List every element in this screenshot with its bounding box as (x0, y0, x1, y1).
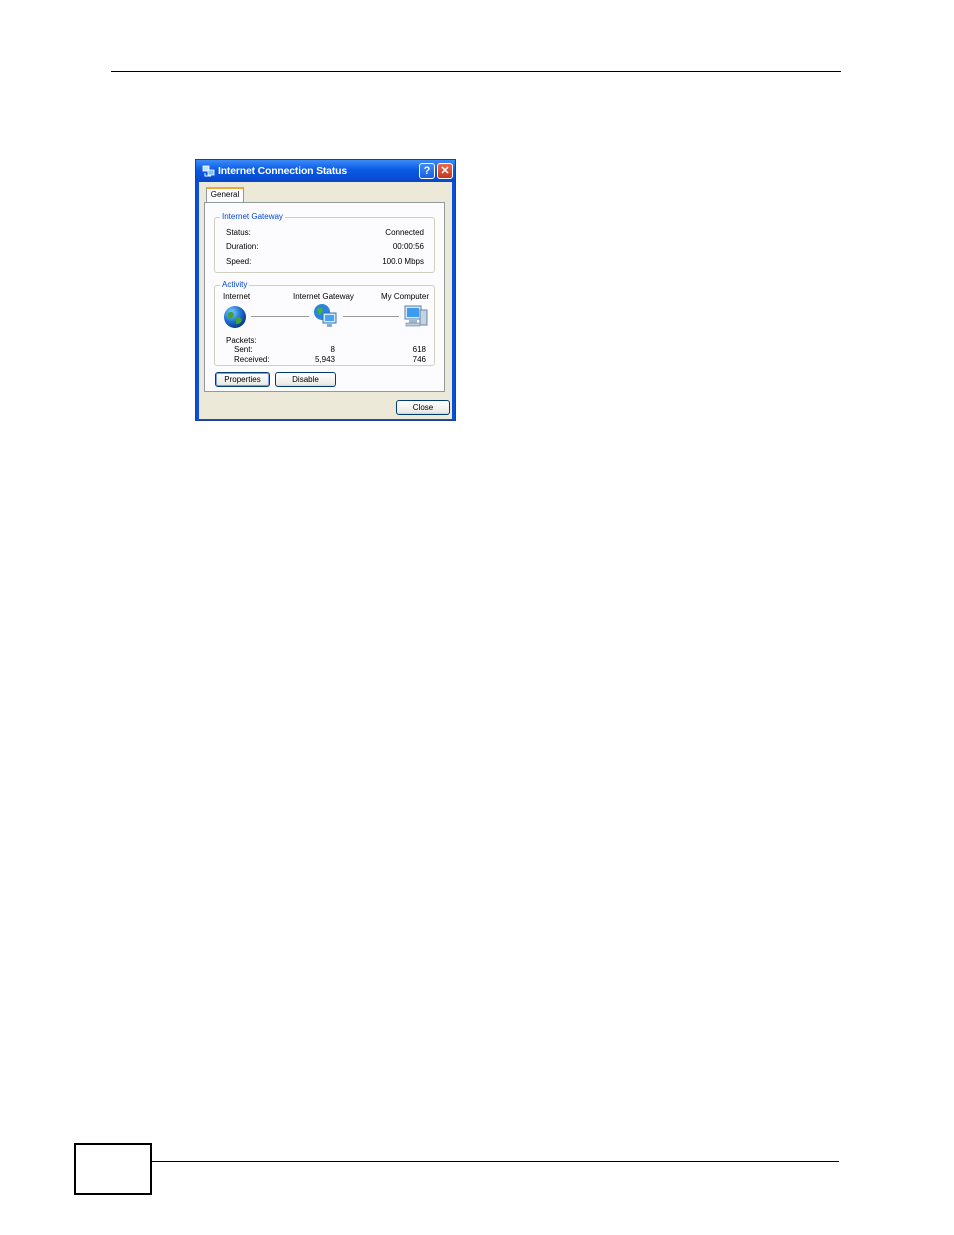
packets-label: Packets: (226, 336, 257, 345)
tab-general[interactable]: General (206, 187, 244, 202)
activity-legend: Activity (220, 280, 250, 289)
internet-gateway-legend: Internet Gateway (220, 212, 285, 221)
close-icon: ✕ (440, 165, 450, 177)
internet-node-label: Internet (223, 292, 251, 301)
help-icon: ? (423, 165, 431, 177)
window-title: Internet Connection Status (218, 165, 347, 177)
help-button[interactable]: ? (419, 163, 435, 179)
footer-rule (151, 1161, 839, 1162)
connection-status-dialog: Internet Connection Status ? ✕ General I… (195, 159, 456, 421)
received-label: Received: (234, 355, 270, 364)
internet-gateway-group: Internet Gateway Status: Connected Durat… (214, 212, 435, 273)
title-bar[interactable]: Internet Connection Status ? ✕ (196, 160, 455, 182)
general-tab-panel: Internet Gateway Status: Connected Durat… (204, 202, 445, 392)
gateway-node-label: Internet Gateway (293, 292, 354, 301)
network-connection-icon (202, 165, 215, 177)
computer-node-label: My Computer (381, 292, 430, 301)
page-number-box (74, 1143, 152, 1195)
activity-group: Activity Internet Internet Gateway My Co… (214, 280, 435, 366)
gateway-icon (314, 304, 337, 327)
properties-button[interactable]: Properties (215, 372, 270, 387)
received-computer-value: 746 (412, 355, 426, 364)
close-button[interactable]: Close (396, 400, 450, 415)
speed-label: Speed: (226, 257, 252, 266)
duration-value: 00:00:56 (392, 242, 424, 251)
duration-label: Duration: (226, 242, 259, 251)
sent-label: Sent: (234, 345, 253, 354)
header-rule (111, 71, 841, 72)
speed-value: 100.0 Mbps (382, 257, 424, 266)
sent-computer-value: 618 (412, 345, 426, 354)
globe-icon (224, 306, 246, 328)
status-value: Connected (385, 228, 424, 237)
disable-button[interactable]: Disable (275, 372, 336, 387)
computer-icon (404, 305, 428, 327)
dialog-client-area: General Internet Gateway Status: Connect… (199, 182, 452, 419)
received-gateway-value: 5,943 (314, 355, 335, 364)
title-close-button[interactable]: ✕ (437, 163, 453, 179)
sent-gateway-value: 8 (330, 345, 335, 354)
status-label: Status: (226, 228, 251, 237)
internet-gateway-connector (251, 316, 309, 317)
gateway-computer-connector (343, 316, 399, 317)
